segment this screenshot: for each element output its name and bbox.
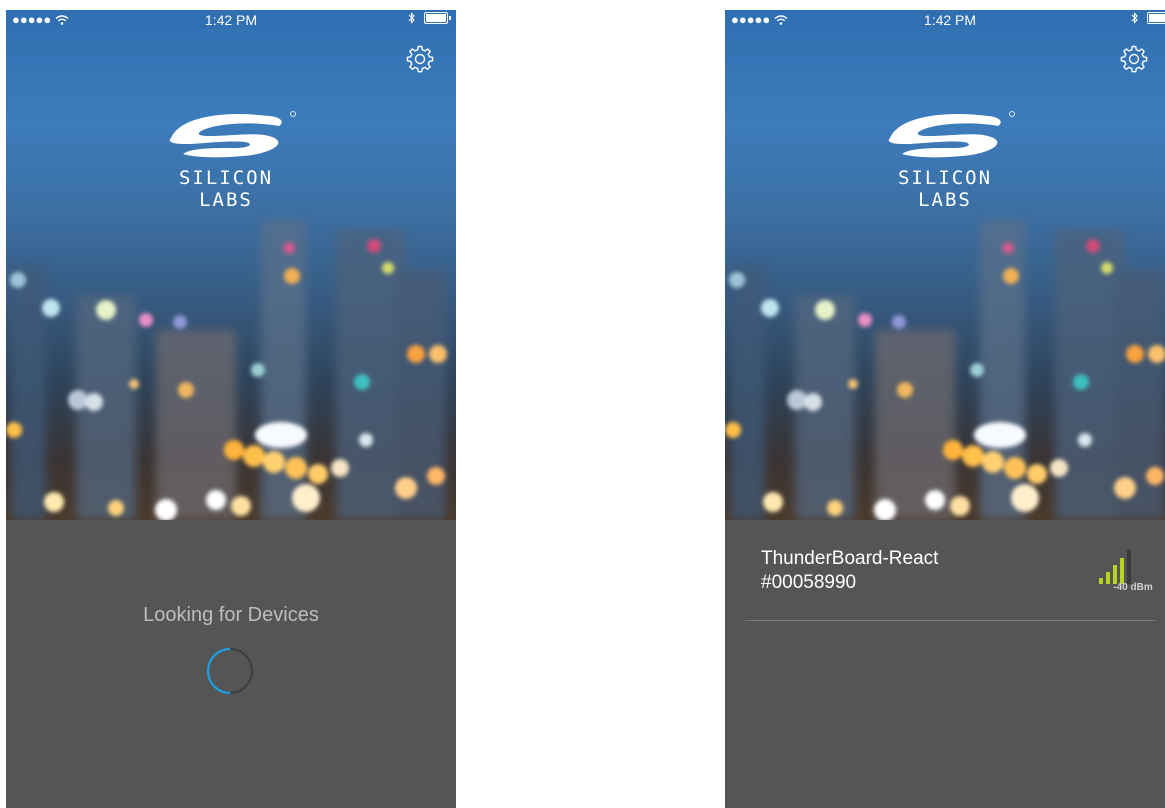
silicon-labs-logo: SILICON LABS bbox=[865, 108, 1025, 211]
loading-spinner-icon bbox=[206, 647, 253, 695]
battery-icon bbox=[424, 12, 451, 24]
silicon-labs-mark-icon bbox=[888, 111, 1015, 158]
status-time: 1:42 PM bbox=[204, 12, 258, 28]
city-bokeh-image bbox=[6, 220, 447, 520]
devices-screen: ●●●●● 1:42 PM SILICON LABS ThunderBoard-… bbox=[725, 10, 1165, 808]
loading-text: Looking for Devices bbox=[143, 604, 319, 626]
device-id: #00058990 bbox=[761, 572, 857, 593]
settings-gear-icon[interactable] bbox=[405, 44, 435, 74]
scan-screen: ●●●●● 1:42 PM SILICON LABS Looking for D… bbox=[6, 10, 456, 808]
status-bar: ●●●●● 1:42 PM bbox=[6, 10, 456, 30]
device-list-item[interactable]: ThunderBoard-React #00058990 -40 dBm bbox=[745, 538, 1155, 621]
bottom-panel: Looking for Devices bbox=[6, 520, 456, 808]
signal-strength-icon bbox=[1099, 550, 1131, 584]
bluetooth-icon bbox=[1131, 12, 1138, 24]
status-bar: ●●●●● 1:42 PM bbox=[725, 10, 1165, 30]
bluetooth-icon bbox=[408, 12, 415, 24]
battery-icon bbox=[1147, 12, 1165, 24]
brand-name: SILICON LABS bbox=[178, 167, 274, 211]
device-name: ThunderBoard-React bbox=[761, 548, 939, 569]
signal-strength-label: -40 dBm bbox=[1113, 582, 1153, 593]
hero-background bbox=[6, 10, 456, 520]
city-bokeh-image bbox=[725, 220, 1165, 520]
silicon-labs-mark-icon bbox=[169, 111, 296, 158]
settings-gear-icon[interactable] bbox=[1119, 44, 1149, 74]
brand-name: SILICON LABS bbox=[897, 167, 993, 211]
bottom-panel: ThunderBoard-React #00058990 -40 dBm bbox=[725, 520, 1165, 808]
silicon-labs-logo: SILICON LABS bbox=[146, 108, 306, 211]
hero-background bbox=[725, 10, 1165, 520]
status-time: 1:42 PM bbox=[923, 12, 977, 28]
